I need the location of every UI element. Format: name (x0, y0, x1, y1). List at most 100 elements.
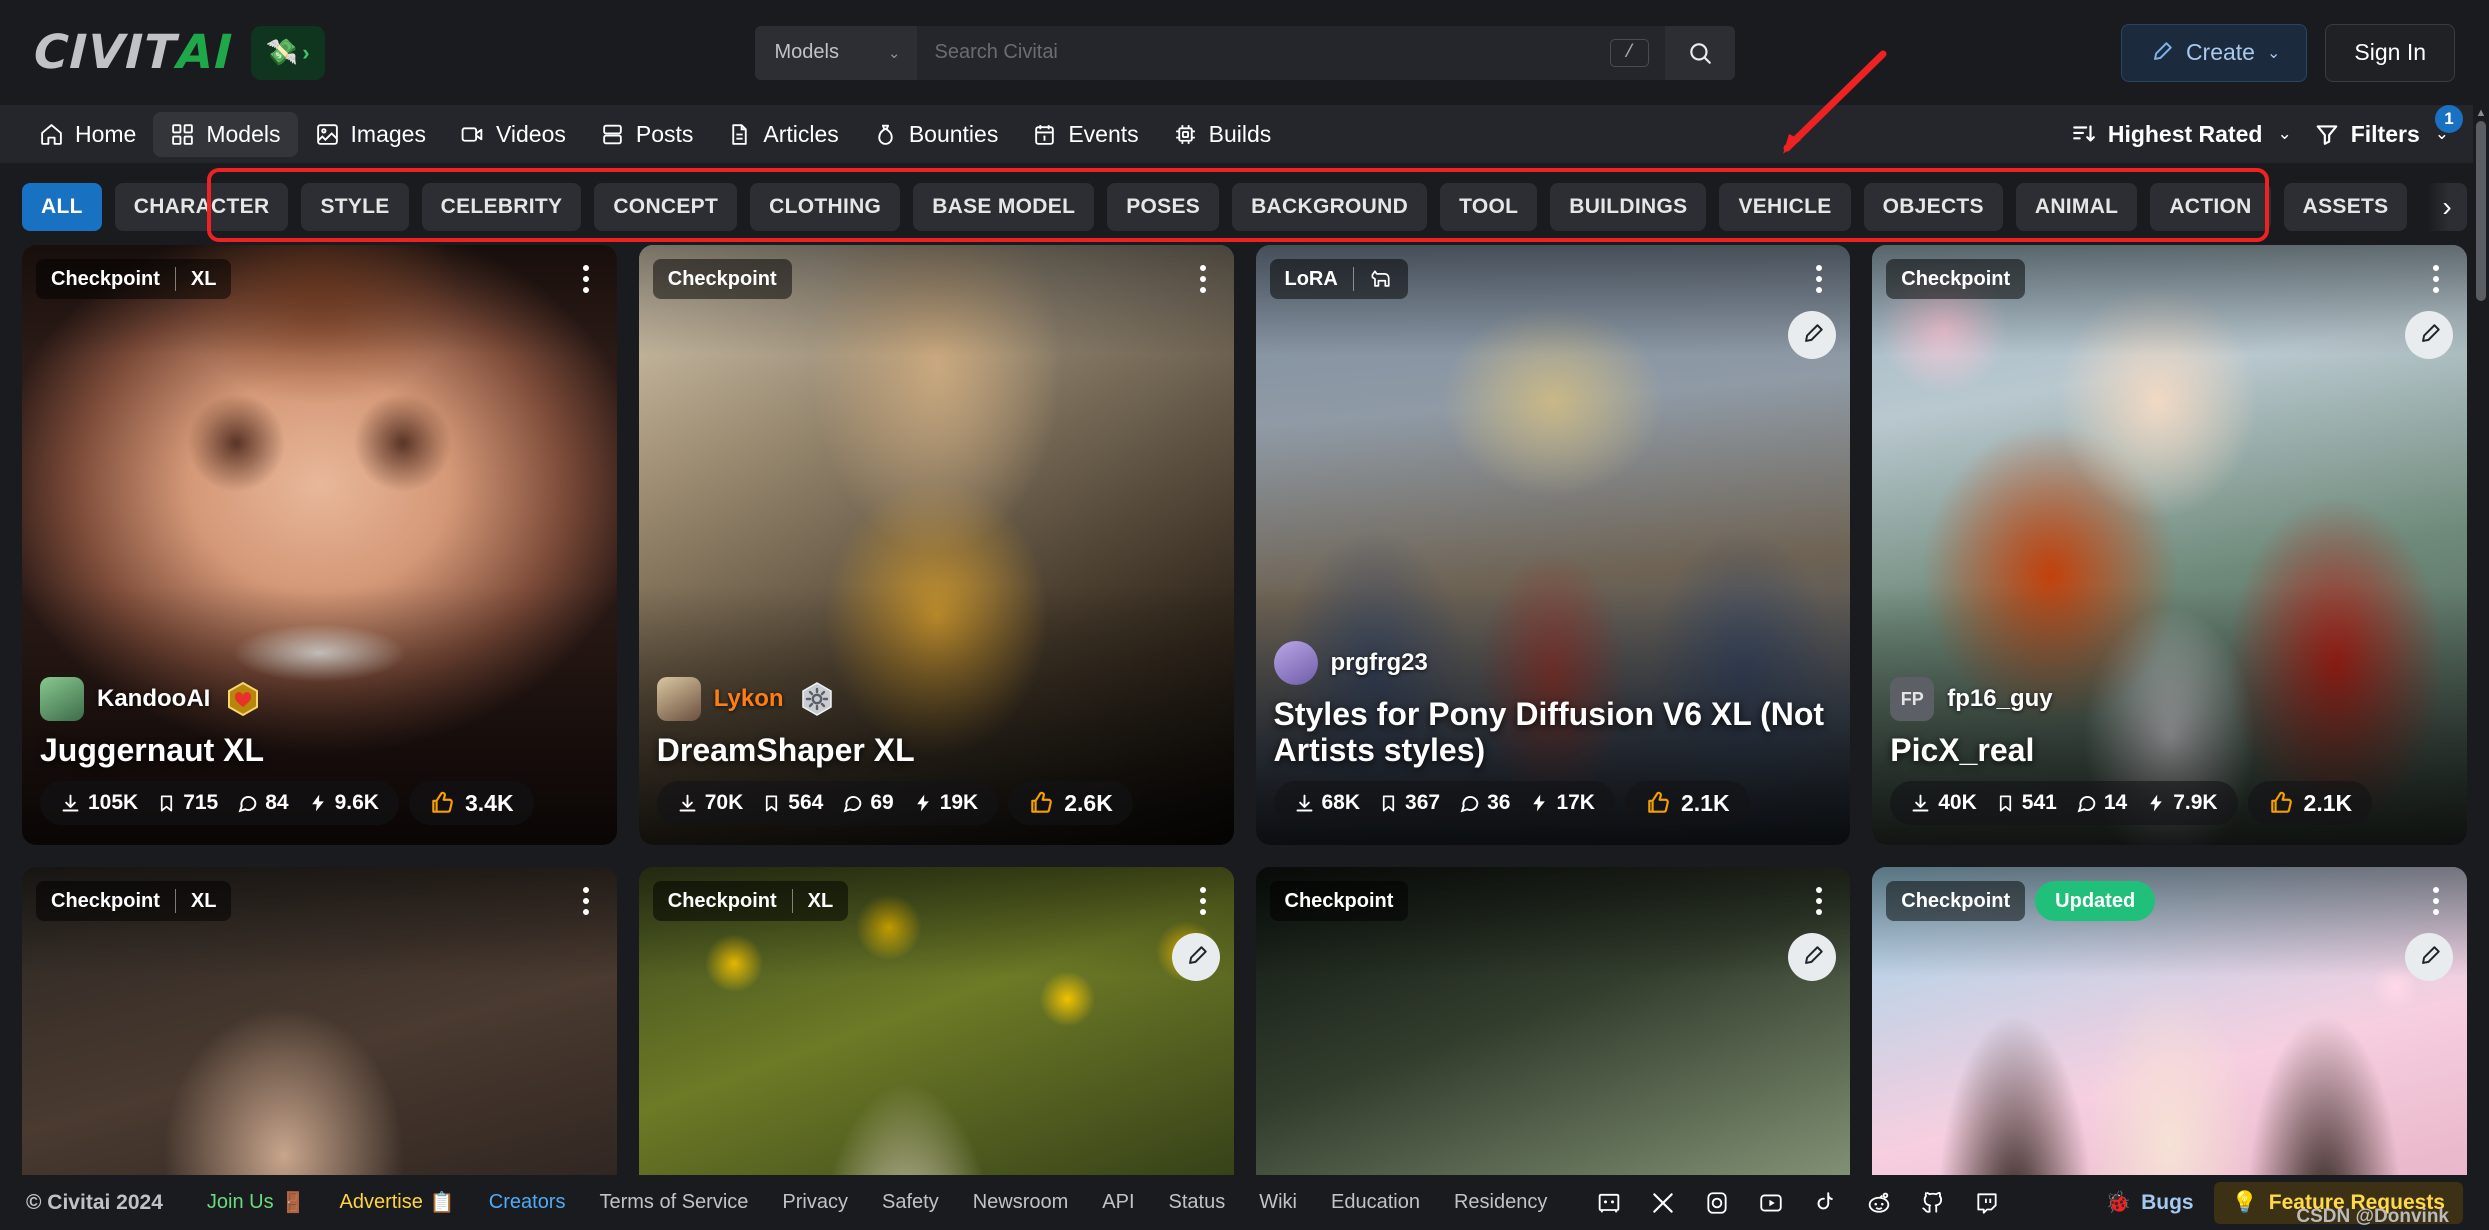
category-chip-buildings[interactable]: BUILDINGS (1550, 183, 1706, 231)
sign-in-button[interactable]: Sign In (2325, 24, 2455, 82)
nav-item-bounties[interactable]: Bounties (856, 112, 1016, 157)
lightbulb-icon: 💡 (2232, 1191, 2258, 1215)
footer-link-residency[interactable]: Residency (1454, 1191, 1547, 1214)
category-chip-assets[interactable]: ASSETS (2284, 183, 2408, 231)
reddit-icon[interactable] (1865, 1189, 1893, 1217)
nav-item-events[interactable]: Events (1015, 112, 1155, 157)
search-bar[interactable]: Models ⌄ / (755, 26, 1735, 80)
category-chip-poses[interactable]: POSES (1107, 183, 1219, 231)
footer-link-terms[interactable]: Terms of Service (599, 1191, 748, 1214)
youtube-icon[interactable] (1757, 1189, 1785, 1217)
model-card[interactable]: Checkpoint Lykon (639, 245, 1234, 845)
model-card[interactable]: Checkpoint XL KandooAI (22, 245, 617, 845)
bugs-button[interactable]: 🐞 Bugs (2105, 1191, 2194, 1215)
tiktok-icon[interactable] (1811, 1189, 1839, 1217)
nav-item-images[interactable]: Images (298, 112, 443, 157)
download-icon (677, 793, 698, 814)
scroll-thumb[interactable] (2476, 121, 2486, 301)
category-chip-vehicle[interactable]: VEHICLE (1719, 183, 1850, 231)
category-chip-background[interactable]: BACKGROUND (1232, 183, 1427, 231)
stat-downloads-value: 105K (88, 791, 138, 815)
category-chip-action[interactable]: ACTION (2150, 183, 2270, 231)
thumbs-up-icon (429, 790, 455, 816)
like-pill[interactable]: 2.1K (2248, 781, 2373, 825)
civitai-logo[interactable]: CIVITAI 💸 › (34, 26, 325, 80)
x-icon[interactable] (1649, 1189, 1677, 1217)
footer-link-status[interactable]: Status (1169, 1191, 1226, 1214)
footer-link-advertise[interactable]: Advertise📋 (340, 1190, 455, 1215)
model-card[interactable]: Checkpoint XL (22, 867, 617, 1175)
footer-link-education[interactable]: Education (1331, 1191, 1420, 1214)
nav-item-videos[interactable]: Videos (443, 112, 583, 157)
card-creator-row[interactable]: FP fp16_guy (1890, 677, 2449, 721)
category-chip-concept[interactable]: CONCEPT (594, 183, 737, 231)
footer-link-privacy[interactable]: Privacy (782, 1191, 848, 1214)
card-creator-row[interactable]: prgfrg23 (1274, 641, 1833, 685)
category-chip-all[interactable]: ALL (22, 183, 102, 231)
card-menu-button[interactable] (569, 881, 603, 921)
model-card[interactable]: Checkpoint FP fp16_guy PicX_real (1872, 245, 2467, 845)
github-icon[interactable] (1919, 1189, 1947, 1217)
card-menu-button[interactable] (569, 259, 603, 299)
model-title: PicX_real (1890, 733, 2449, 769)
card-menu-button[interactable] (1186, 259, 1220, 299)
chevron-down-icon: ⌄ (2267, 43, 2280, 63)
category-chip-character[interactable]: CHARACTER (115, 183, 289, 231)
like-pill[interactable]: 2.1K (1625, 781, 1750, 825)
footer-link-creators[interactable]: Creators (489, 1191, 566, 1214)
category-chip-animal[interactable]: ANIMAL (2016, 183, 2137, 231)
feature-requests-button[interactable]: 💡 Feature Requests CSDN @Donvink (2214, 1182, 2463, 1224)
sort-selector[interactable]: Highest Rated ⌄ (2071, 121, 2292, 148)
card-menu-button[interactable] (1802, 259, 1836, 299)
model-card[interactable]: LoRA prgfrg23 (1256, 245, 1851, 845)
model-card[interactable]: RealCARTOON 3D Checkpoint Updated (1872, 867, 2467, 1175)
posts-icon (600, 122, 625, 147)
model-card[interactable]: Checkpoint XL (639, 867, 1234, 1175)
category-chip-clothing[interactable]: CLOTHING (750, 183, 900, 231)
search-submit-button[interactable] (1665, 26, 1735, 80)
card-menu-button[interactable] (2419, 259, 2453, 299)
like-pill[interactable]: 2.6K (1008, 781, 1133, 825)
model-type-label: Checkpoint (1270, 890, 1409, 913)
nav-item-models[interactable]: Models (153, 112, 297, 157)
search-input[interactable] (935, 41, 1610, 64)
scroll-up-arrow[interactable]: ▲ (2473, 105, 2489, 121)
card-generate-button[interactable] (1788, 933, 1836, 981)
nav-item-home[interactable]: Home (22, 112, 153, 157)
category-chip-base-model[interactable]: BASE MODEL (913, 183, 1094, 231)
category-scroll-next-button[interactable]: › (2427, 183, 2467, 231)
instagram-icon[interactable] (1703, 1189, 1731, 1217)
card-menu-button[interactable] (1802, 881, 1836, 921)
card-creator-row[interactable]: Lykon (657, 677, 1216, 721)
like-pill[interactable]: 3.4K (409, 781, 534, 825)
nav-item-builds[interactable]: Builds (1156, 112, 1289, 157)
twitch-icon[interactable] (1973, 1189, 2001, 1217)
create-button[interactable]: Create ⌄ (2121, 24, 2307, 82)
category-chip-style[interactable]: STYLE (301, 183, 408, 231)
footer-link-join-us[interactable]: Join Us🚪 (207, 1190, 306, 1215)
footer-link-newsroom[interactable]: Newsroom (973, 1191, 1069, 1214)
buzz-promo-button[interactable]: 💸 › (251, 26, 325, 80)
discord-icon[interactable] (1595, 1189, 1623, 1217)
footer-link-safety[interactable]: Safety (882, 1191, 939, 1214)
card-generate-button[interactable] (2405, 311, 2453, 359)
model-card[interactable]: Checkpoint (1256, 867, 1851, 1175)
footer-link-wiki[interactable]: Wiki (1259, 1191, 1297, 1214)
card-creator-row[interactable]: KandooAI (40, 677, 599, 721)
card-generate-button[interactable] (2405, 933, 2453, 981)
filters-button[interactable]: Filters ⌄ 1 (2314, 121, 2449, 148)
page-scrollbar[interactable]: ▲ (2473, 105, 2489, 1175)
nav-item-articles[interactable]: Articles (710, 112, 855, 157)
card-generate-button[interactable] (1788, 311, 1836, 359)
category-chip-tool[interactable]: TOOL (1440, 183, 1537, 231)
card-generate-button[interactable] (1172, 933, 1220, 981)
category-chip-objects[interactable]: OBJECTS (1864, 183, 2003, 231)
nav-item-posts[interactable]: Posts (583, 112, 711, 157)
footer-link-api[interactable]: API (1102, 1191, 1134, 1214)
card-stats-row: 70K 564 69 19K (657, 781, 1216, 825)
card-menu-button[interactable] (1186, 881, 1220, 921)
search-category-select[interactable]: Models ⌄ (755, 26, 917, 80)
category-chip-celebrity[interactable]: CELEBRITY (422, 183, 582, 231)
card-menu-button[interactable] (2419, 881, 2453, 921)
search-input-wrap[interactable]: / (917, 26, 1665, 80)
